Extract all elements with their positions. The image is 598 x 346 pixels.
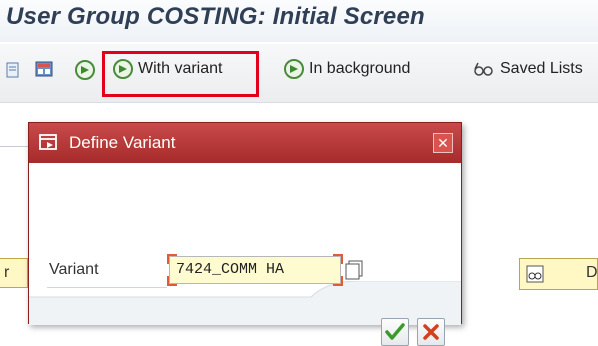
background-divider bbox=[0, 146, 28, 147]
saved-lists-button[interactable]: Saved Lists bbox=[472, 54, 583, 84]
glasses-icon bbox=[474, 62, 493, 76]
cancel-x-icon bbox=[423, 324, 439, 340]
background-button-right-text: D bbox=[586, 264, 598, 281]
variant-input-value: 7424_COMM HA bbox=[176, 261, 285, 278]
execute-icon bbox=[284, 59, 304, 79]
in-background-button[interactable]: In background bbox=[283, 54, 410, 84]
variant-label-underline bbox=[47, 287, 167, 288]
define-variant-dialog: Define Variant ✕ Variant 7424_COMM HA bbox=[28, 122, 462, 346]
variant-label: Variant bbox=[49, 261, 99, 278]
dialog-header[interactable]: Define Variant ✕ bbox=[29, 123, 461, 163]
cancel-button[interactable] bbox=[417, 318, 445, 346]
close-icon: ✕ bbox=[437, 135, 449, 151]
in-background-label: In background bbox=[309, 60, 411, 77]
title-bar: User Group COSTING: Initial Screen bbox=[0, 0, 598, 42]
variant-input[interactable]: 7424_COMM HA bbox=[167, 254, 343, 286]
value-help-icon[interactable] bbox=[345, 259, 365, 281]
variant-catalog-icon[interactable] bbox=[34, 59, 56, 81]
application-toolbar: With variant In background Saved Lists bbox=[0, 44, 598, 103]
background-field-left[interactable]: r bbox=[0, 258, 28, 288]
with-variant-highlight-box bbox=[102, 51, 259, 97]
continue-button[interactable] bbox=[381, 318, 409, 346]
close-button[interactable]: ✕ bbox=[433, 133, 453, 153]
dialog-window-icon bbox=[39, 134, 57, 150]
dialog-body: Variant 7424_COMM HA bbox=[29, 163, 461, 346]
saved-lists-label: Saved Lists bbox=[500, 60, 583, 77]
dialog-title: Define Variant bbox=[69, 133, 176, 152]
display-icon bbox=[526, 265, 544, 283]
execute-icon[interactable] bbox=[74, 59, 96, 81]
page-title: User Group COSTING: Initial Screen bbox=[6, 3, 425, 30]
background-field-left-text: r bbox=[4, 264, 10, 281]
document-icon[interactable] bbox=[2, 59, 24, 81]
background-button-right[interactable]: D bbox=[519, 258, 598, 290]
checkmark-icon bbox=[385, 323, 405, 340]
